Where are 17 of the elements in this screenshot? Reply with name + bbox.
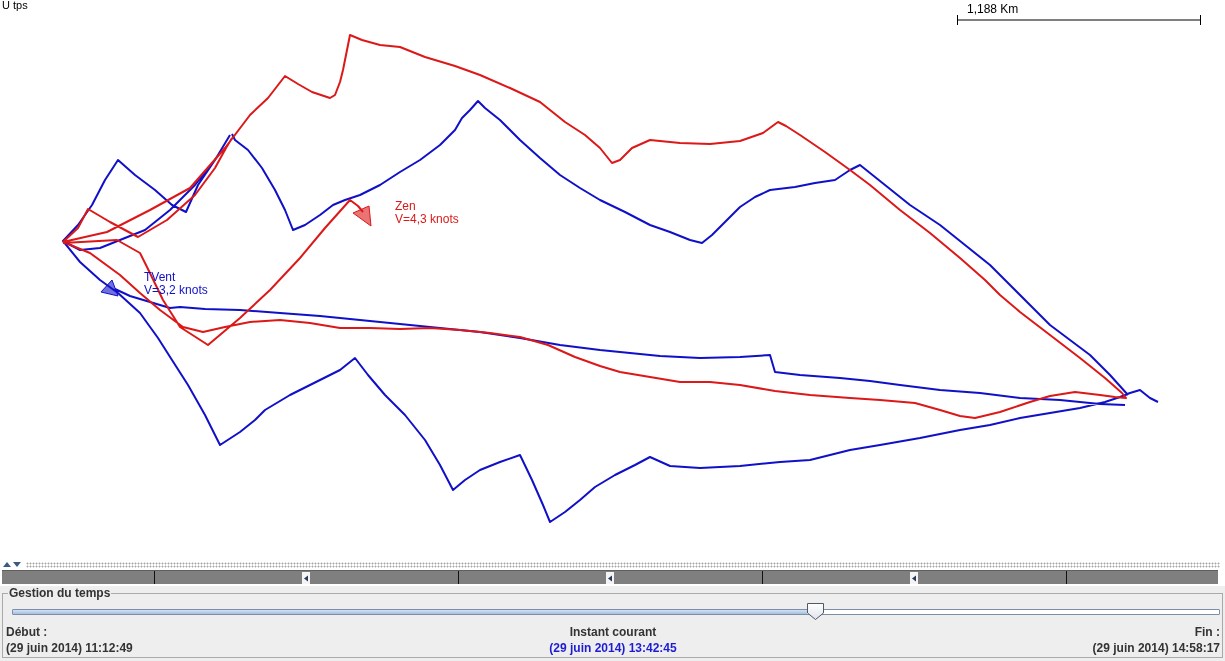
panel-title: Gestion du temps [8,586,112,600]
scale-label: 1,188 Km [967,3,1019,15]
triangle-marker-icon [352,205,372,227]
boat-name: Zen [395,200,416,213]
divider-grip[interactable] [26,561,1220,568]
time-value: (29 juin 2014) 13:42:45 [549,640,677,656]
time-label: Fin : [1194,624,1220,640]
up-triangle-icon[interactable] [3,562,11,567]
triangle-marker-icon [100,279,119,297]
time-value: (29 juin 2014) 11:12:49 [6,640,133,656]
slider-thumb[interactable] [807,603,824,620]
time-label: Début : [6,624,48,640]
time-label: Instant courant [569,624,657,640]
down-triangle-icon[interactable] [13,562,21,567]
corner-label: U tps [2,0,28,11]
boat-speed: V=4,3 knots [395,213,459,226]
time-value: (29 juin 2014) 14:58:17 [1092,640,1220,656]
